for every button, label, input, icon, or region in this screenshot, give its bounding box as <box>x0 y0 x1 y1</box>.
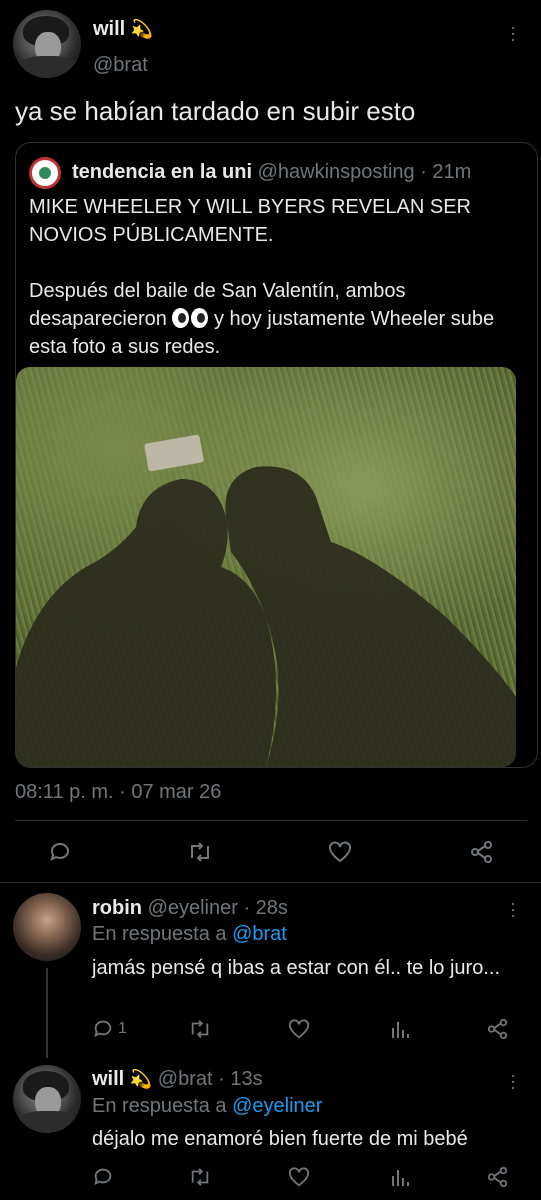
retweet-icon <box>191 1020 209 1038</box>
reply-button[interactable]: 1 <box>92 1018 127 1040</box>
quoted-tweet[interactable]: tendencia en la uni @hawkinsposting · 21… <box>15 142 538 768</box>
author-handle-time: @brat · 13s <box>157 1068 263 1090</box>
reply-to-link[interactable]: @brat <box>232 923 287 945</box>
divider <box>0 882 541 883</box>
reply-button[interactable] <box>48 840 72 864</box>
quoted-avatar <box>29 157 61 189</box>
share-button[interactable] <box>486 1166 510 1188</box>
quoted-text: MIKE WHEELER Y WILL BYERS REVELAN SER NO… <box>29 193 519 389</box>
eyes-icon <box>172 308 209 328</box>
comment-icon <box>50 842 69 861</box>
dizzy-icon: 💫 <box>130 19 154 39</box>
quoted-photo[interactable] <box>16 367 516 767</box>
quoted-paragraph-1: MIKE WHEELER Y WILL BYERS REVELAN SER NO… <box>29 196 471 246</box>
avatar[interactable] <box>13 893 81 961</box>
more-options-icon[interactable]: · · · <box>503 894 523 924</box>
share-button[interactable] <box>486 1018 510 1040</box>
reply-button[interactable] <box>92 1166 114 1188</box>
share-icon <box>487 1166 508 1188</box>
share-icon <box>487 1018 508 1040</box>
shadow-photo <box>16 434 516 767</box>
author-name[interactable]: will 💫 <box>93 18 153 41</box>
author-name[interactable]: robin <box>92 897 142 919</box>
heart-icon <box>329 841 351 863</box>
retweet-button[interactable] <box>188 1166 212 1188</box>
reply-header: robin @eyeliner · 28s <box>92 897 288 920</box>
like-button[interactable] <box>287 1166 311 1188</box>
more-options-icon[interactable]: · · · <box>503 1066 523 1096</box>
comment-icon <box>94 1168 112 1186</box>
reply-text: déjalo me enamoré bien fuerte de mi bebé <box>92 1128 468 1150</box>
replying-to: En respuesta a @eyeliner <box>92 1095 323 1117</box>
quoted-header: tendencia en la uni @hawkinsposting · 21… <box>72 161 471 184</box>
reply-count: 1 <box>118 1020 127 1037</box>
analytics-button[interactable] <box>389 1166 411 1188</box>
quoted-handle-time: @hawkinsposting · 21m <box>257 161 472 183</box>
dizzy-icon: 💫 <box>129 1069 153 1089</box>
share-button[interactable] <box>469 840 495 864</box>
reply-header: will 💫 @brat · 13s <box>92 1068 263 1091</box>
retweet-button[interactable] <box>187 840 213 864</box>
reply-to-link[interactable]: @eyeliner <box>232 1095 322 1117</box>
tweet-timestamp: 08:11 p. m. · 07 mar 26 <box>15 781 222 803</box>
analytics-button[interactable] <box>389 1018 411 1040</box>
reply-text: jamás pensé q ibas a estar con él.. te l… <box>92 957 500 979</box>
more-options-icon[interactable]: · · · <box>503 18 523 48</box>
retweet-icon <box>191 1168 209 1186</box>
avatar[interactable] <box>13 10 81 78</box>
quoted-author-name: tendencia en la uni <box>72 161 253 183</box>
author-handle-time: @eyeliner · 28s <box>147 897 288 919</box>
like-button[interactable] <box>327 840 353 864</box>
retweet-button[interactable] <box>188 1018 212 1040</box>
thread-line <box>46 968 48 1058</box>
share-icon <box>471 841 492 863</box>
retweet-icon <box>191 842 209 862</box>
divider <box>15 820 527 821</box>
author-name[interactable]: will <box>92 1068 124 1090</box>
heart-icon <box>288 1167 310 1187</box>
replying-to: En respuesta a @brat <box>92 923 287 945</box>
comment-icon <box>94 1020 112 1038</box>
author-name-text: will <box>93 18 126 40</box>
quoted-paragraph-2: Después del baile de San Valentín, ambos… <box>29 280 495 358</box>
heart-icon <box>288 1019 310 1039</box>
analytics-icon <box>392 1022 409 1038</box>
analytics-icon <box>392 1170 409 1186</box>
tweet-text: ya se habían tardado en subir esto <box>15 96 416 126</box>
author-handle[interactable]: @brat <box>93 54 148 77</box>
avatar[interactable] <box>13 1065 81 1133</box>
like-button[interactable] <box>287 1018 311 1040</box>
